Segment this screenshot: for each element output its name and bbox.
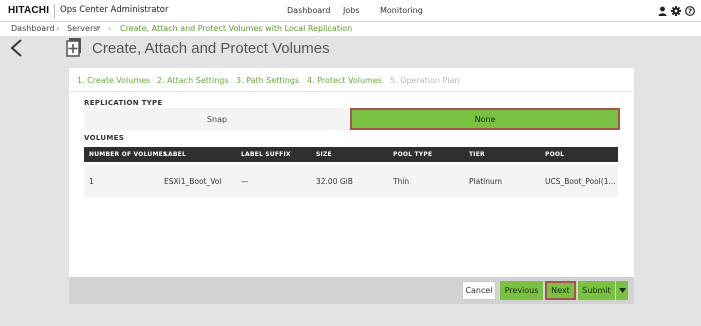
breadcrumb: Dashboard › Servers ▼ › Create, Attach a…: [0, 22, 701, 36]
nav-monitoring[interactable]: Monitoring: [380, 6, 423, 15]
table-row[interactable]: 1 ESXi1_Boot_Vol — 32.00 GiB Thin Platin…: [84, 165, 618, 197]
cell-label: ESXi1_Boot_Vol: [164, 177, 222, 186]
table-header: NUMBER OF VOLUMES LABEL LABEL SUFFIX SIZ…: [84, 147, 618, 162]
col-pool-type[interactable]: POOL TYPE: [393, 151, 432, 158]
brand-divider: [54, 4, 55, 18]
user-icon[interactable]: [657, 5, 668, 16]
step-create-volumes[interactable]: 1. Create Volumes: [77, 76, 150, 85]
breadcrumb-dashboard[interactable]: Dashboard: [11, 24, 54, 33]
next-button[interactable]: Next: [545, 281, 576, 300]
breadcrumb-servers[interactable]: Servers: [67, 24, 97, 33]
nav-dashboard[interactable]: Dashboard: [287, 6, 330, 15]
cell-size: 32.00 GiB: [316, 177, 353, 186]
wizard-footer: Cancel Previous Next Submit: [69, 277, 634, 304]
gear-icon[interactable]: [670, 5, 681, 16]
replication-type-label: REPLICATION TYPE: [84, 99, 163, 107]
nav-jobs[interactable]: Jobs: [343, 6, 360, 15]
app-name: Ops Center Administrator: [60, 5, 169, 15]
cell-label-suffix: —: [241, 177, 249, 186]
wizard-steps: 1. Create Volumes 2. Attach Settings 3. …: [69, 68, 634, 92]
submit-dropdown-button[interactable]: [616, 281, 628, 300]
brand-logo: HITACHI: [8, 5, 50, 16]
step-protect-volumes[interactable]: 4. Protect Volumes: [307, 76, 382, 85]
col-label-suffix[interactable]: LABEL SUFFIX: [241, 151, 291, 158]
help-icon[interactable]: ?: [684, 5, 695, 16]
previous-button[interactable]: Previous: [500, 281, 543, 300]
caret-down-icon[interactable]: ▼: [96, 25, 101, 32]
replication-option-snap[interactable]: Snap: [84, 108, 350, 130]
replication-option-none[interactable]: None: [350, 108, 620, 130]
volumes-label: VOLUMES: [84, 134, 125, 142]
col-number-of-volumes[interactable]: NUMBER OF VOLUMES: [89, 151, 167, 158]
top-bar: HITACHI Ops Center Administrator Dashboa…: [0, 0, 701, 22]
col-label[interactable]: LABEL: [164, 151, 186, 158]
svg-text:?: ?: [687, 7, 691, 15]
col-pool[interactable]: POOL: [545, 151, 564, 158]
add-volume-icon: [66, 37, 84, 57]
submit-button[interactable]: Submit: [578, 281, 615, 300]
caret-down-icon: [618, 288, 626, 293]
volumes-table: NUMBER OF VOLUMES LABEL LABEL SUFFIX SIZ…: [84, 147, 618, 197]
back-arrow-icon[interactable]: [8, 38, 26, 58]
col-size[interactable]: SIZE: [316, 151, 332, 158]
cell-number-of-volumes: 1: [89, 177, 94, 186]
breadcrumb-current: Create, Attach and Protect Volumes with …: [120, 24, 353, 33]
col-tier[interactable]: TIER: [469, 151, 485, 158]
step-path-settings[interactable]: 3. Path Settings: [236, 76, 299, 85]
breadcrumb-chevron-icon: ›: [108, 24, 112, 33]
cell-pool-type: Thin: [393, 177, 410, 186]
step-operation-plan: 5. Operation Plan: [390, 76, 460, 85]
cell-pool: UCS_Boot_Pool(1...: [545, 177, 616, 186]
page-title: Create, Attach and Protect Volumes: [92, 40, 330, 57]
cancel-button[interactable]: Cancel: [462, 281, 496, 300]
breadcrumb-chevron-icon: ›: [56, 24, 60, 33]
wizard-panel: 1. Create Volumes 2. Attach Settings 3. …: [69, 68, 634, 300]
step-attach-settings[interactable]: 2. Attach Settings: [157, 76, 229, 85]
cell-tier: Platinum: [469, 177, 503, 186]
